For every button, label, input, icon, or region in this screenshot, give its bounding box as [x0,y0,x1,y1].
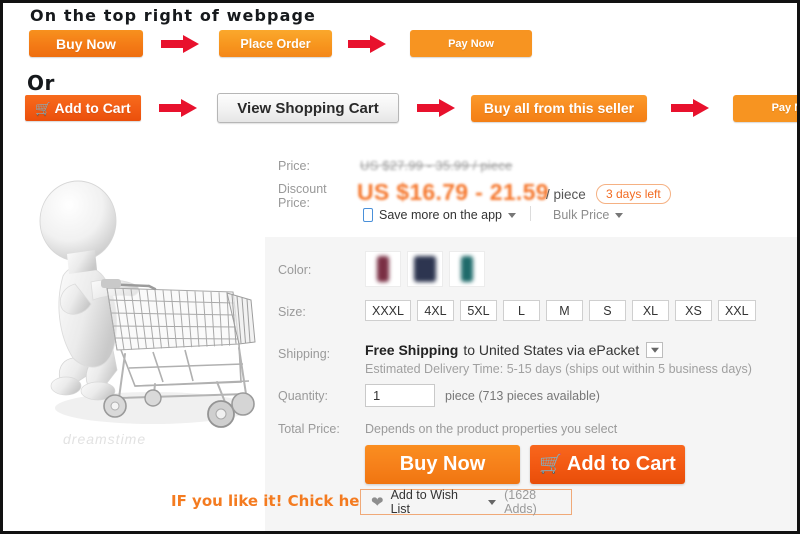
add-to-cart-label: Add to Cart [54,100,131,116]
chevron-down-icon [615,212,624,218]
discount-price-value: US $16.79 - 21.59 [357,179,549,205]
checkout-flow-primary: Buy Now Place Order Pay Now [29,30,532,57]
arrow-right-icon [669,97,711,119]
place-order-button[interactable]: Place Order [219,30,332,57]
pay-now-button[interactable]: Pay Now [733,94,797,122]
promo-countdown-badge: 3 days left [596,184,671,204]
bulk-price-link[interactable]: Bulk Price [553,208,624,222]
quantity-input[interactable] [365,384,435,407]
size-option[interactable]: XXXL [365,300,411,321]
chevron-down-icon[interactable] [488,499,497,505]
phone-icon [363,208,373,222]
size-option[interactable]: 5XL [459,300,497,321]
add-to-cart-cta-label: Add to Cart [566,453,676,475]
cta-button-group: Buy Now 🛒 Add to Cart [365,445,685,484]
size-option[interactable]: L [502,300,540,321]
price-block: Price: US $27.99 - 35.99 / piece Discoun… [265,149,797,237]
view-shopping-cart-button[interactable]: View Shopping Cart [217,93,399,123]
arrow-right-icon [415,97,457,119]
shipping-estimate: Estimated Delivery Time: 5-15 days (ship… [365,362,752,376]
save-on-app-label: Save more on the app [379,208,502,222]
size-option[interactable]: 4XL [416,300,454,321]
color-label: Color: [278,263,312,277]
discount-price-label: Discount Price: [278,182,327,210]
divider [530,206,531,221]
instruction-block: On the top right of webpage Buy Now Plac… [3,3,797,135]
stock-availability: piece (713 pieces available) [445,389,600,403]
product-image[interactable]: dreamstime [3,136,265,531]
bulk-price-label: Bulk Price [553,208,610,222]
save-on-app-link[interactable]: Save more on the app [363,208,516,222]
size-option-list: XXXL 4XL 5XL L M S XL XS XXL [365,300,756,321]
buy-now-cta-button[interactable]: Buy Now [365,445,520,484]
total-price-value: Depends on the product properties you se… [365,422,618,436]
original-price: US $27.99 - 35.99 / piece [360,158,513,173]
shipping-dropdown[interactable] [646,342,664,358]
shipping-destination: to United States via ePacket [463,342,640,358]
add-to-wish-list-button[interactable]: ❤ Add to Wish List (1628 Adds) [360,488,572,516]
add-to-cart-button[interactable]: 🛒 Add to Cart [25,95,141,121]
checkout-flow-secondary: 🛒 Add to Cart View Shopping Cart Buy all … [25,93,797,123]
image-watermark: dreamstime [63,431,147,447]
discount-label-line1: Discount [278,182,327,196]
discount-label-line2: Price: [278,196,310,210]
quantity-label: Quantity: [278,389,329,403]
arrow-right-icon [346,33,388,55]
size-option[interactable]: XL [631,300,669,321]
instruction-heading: On the top right of webpage [30,6,316,25]
color-swatch[interactable] [449,251,485,287]
size-option[interactable]: M [545,300,583,321]
shipping-label: Shipping: [278,347,331,361]
add-to-cart-cta-button[interactable]: 🛒 Add to Cart [530,445,685,484]
cart-icon: 🛒 [539,454,563,475]
price-label: Price: [278,159,310,173]
free-shipping-label: Free Shipping [365,342,459,358]
color-swatch[interactable] [365,251,401,287]
size-label: Size: [278,305,306,319]
wishlist-hint: IF you like it! Chick here~ [171,492,390,510]
chevron-down-icon [508,212,516,218]
color-swatch[interactable] [407,251,443,287]
price-unit: / piece [546,187,586,202]
arrow-right-icon [159,33,201,55]
add-to-wish-list-label: Add to Wish List [390,488,458,516]
total-price-label: Total Price: [278,422,340,436]
size-option[interactable]: XS [674,300,712,321]
or-label: Or [27,71,55,95]
color-swatch-list [365,251,485,287]
size-option[interactable]: XXL [717,300,756,321]
screenshot-root: On the top right of webpage Buy Now Plac… [0,0,800,534]
size-option[interactable]: S [588,300,626,321]
shipping-method: Free Shipping to United States via ePack… [365,342,664,358]
wishlist-count: (1628 Adds) [504,488,537,516]
pay-now-button[interactable]: Pay Now [410,30,532,57]
buy-all-from-seller-button[interactable]: Buy all from this seller [471,94,647,122]
arrow-right-icon [157,97,199,119]
cart-icon: 🛒 [35,100,52,116]
heart-icon: ❤ [371,493,384,511]
buy-now-button[interactable]: Buy Now [29,30,143,57]
